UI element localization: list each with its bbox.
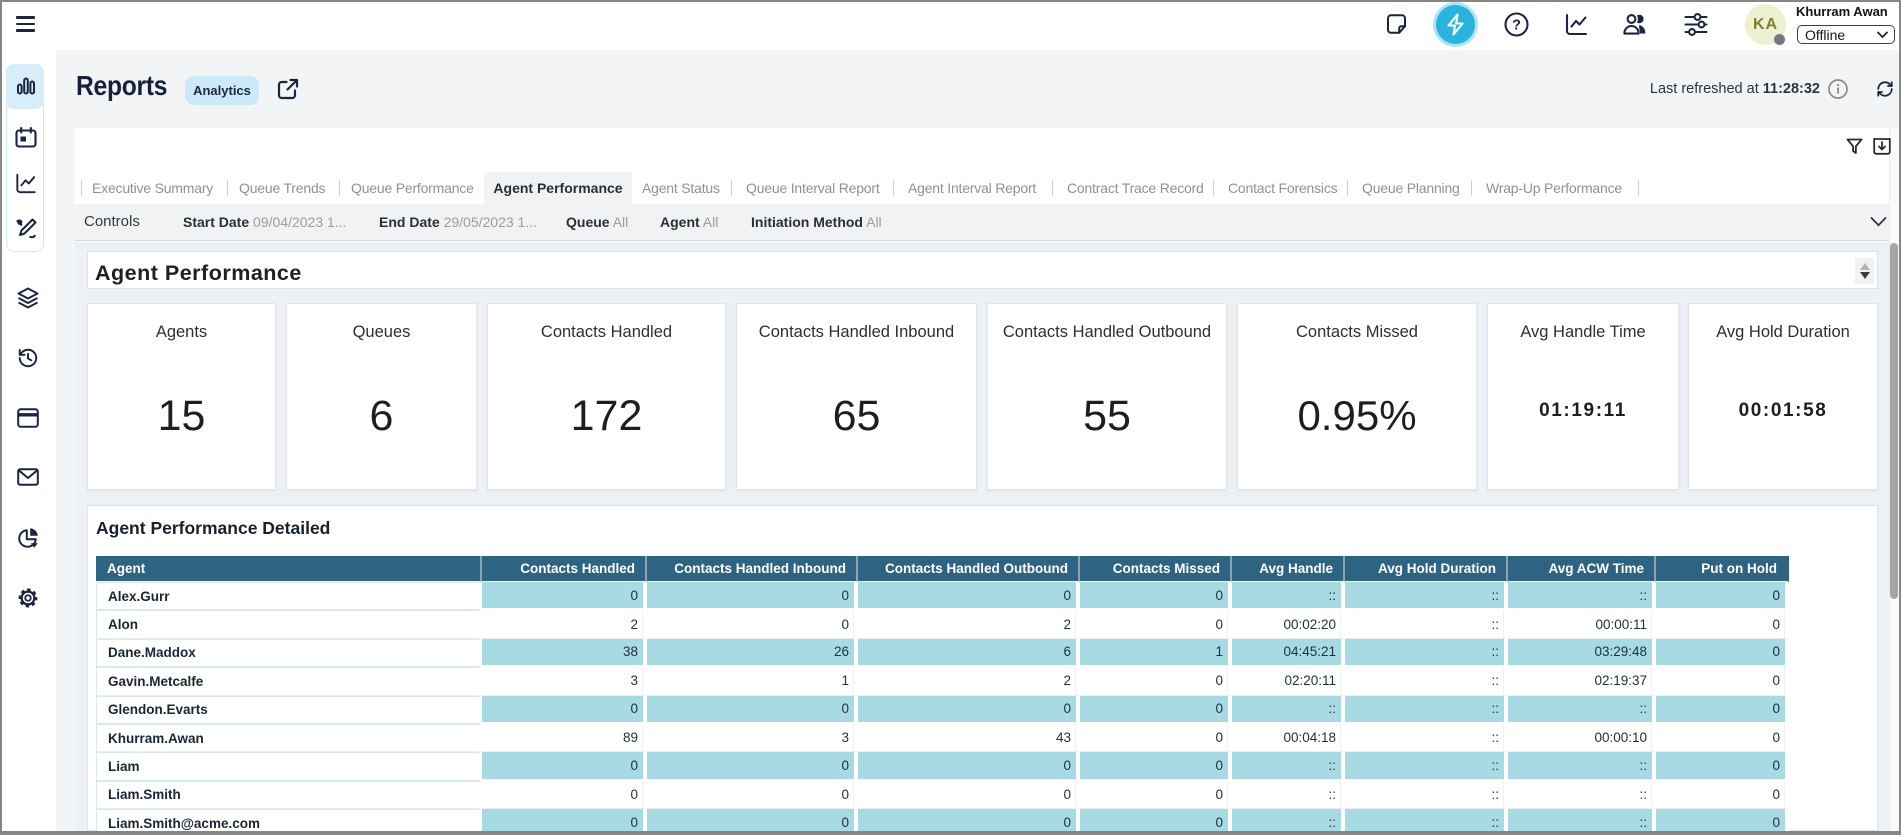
svg-text:?: ?	[1512, 18, 1521, 34]
